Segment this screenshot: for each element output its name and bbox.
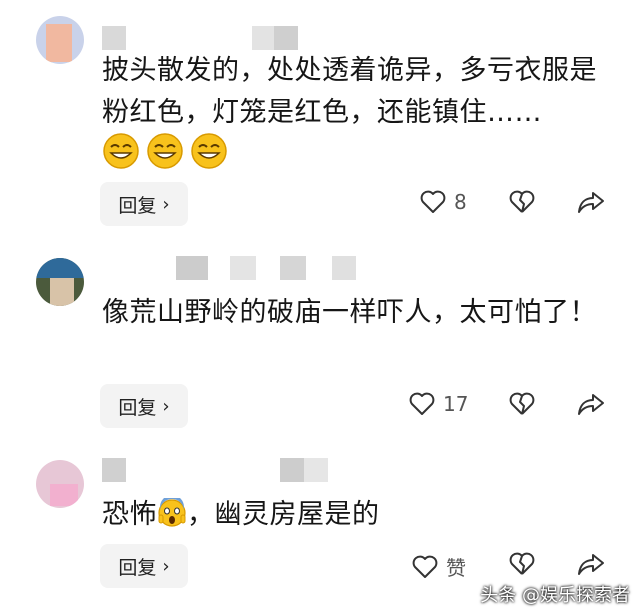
like-button[interactable]: 赞 [412,552,466,581]
heart-icon [420,190,446,214]
chevron-right-icon: › [162,555,170,577]
broken-heart-icon [509,392,535,416]
like-label: 赞 [446,556,466,580]
chevron-right-icon: › [162,395,170,417]
comment-text-part-2: ，幽灵房屋是的 [187,499,380,530]
share-arrow-icon [577,552,605,576]
reply-button[interactable]: 回复 › [100,182,188,226]
avatar[interactable] [36,16,84,64]
avatar[interactable] [36,460,84,508]
emoji-row [102,132,228,170]
share-arrow-icon [577,392,605,416]
like-button[interactable]: 8 [420,190,467,214]
dislike-button[interactable] [509,392,535,416]
reply-label: 回复 [118,556,157,579]
comment-text-part-1: 恐怖 [102,499,157,530]
broken-heart-icon [509,552,535,576]
share-button[interactable] [577,552,605,576]
watermark: 头条 @娱乐探索者 [480,585,630,606]
like-button[interactable]: 17 [409,392,468,416]
reply-button[interactable]: 回复 › [100,384,188,428]
share-button[interactable] [577,392,605,416]
grinning-squint-icon [147,133,183,169]
heart-icon [409,392,435,416]
reply-button[interactable]: 回复 › [100,544,188,588]
reply-label: 回复 [118,194,157,217]
comment-text: 像荒山野岭的破庙一样吓人，太可怕了！ [102,297,597,328]
comment-text: 恐怖 ，幽灵房屋是的 [102,494,622,536]
grinning-squint-icon [103,133,139,169]
avatar[interactable] [36,258,84,306]
share-button[interactable] [577,190,605,214]
comment-text: 披头散发的，处处透着诡异，多亏衣服是粉红色，灯笼是红色，还能镇住…… [102,55,597,128]
dislike-button[interactable] [509,552,535,576]
share-arrow-icon [577,190,605,214]
heart-icon [412,555,438,579]
scream-emoji-icon [158,495,186,527]
reply-label: 回复 [118,396,157,419]
like-count: 17 [443,392,469,416]
grinning-squint-icon [191,133,227,169]
chevron-right-icon: › [162,193,170,215]
dislike-button[interactable] [509,190,535,214]
like-count: 8 [454,190,467,214]
broken-heart-icon [509,190,535,214]
